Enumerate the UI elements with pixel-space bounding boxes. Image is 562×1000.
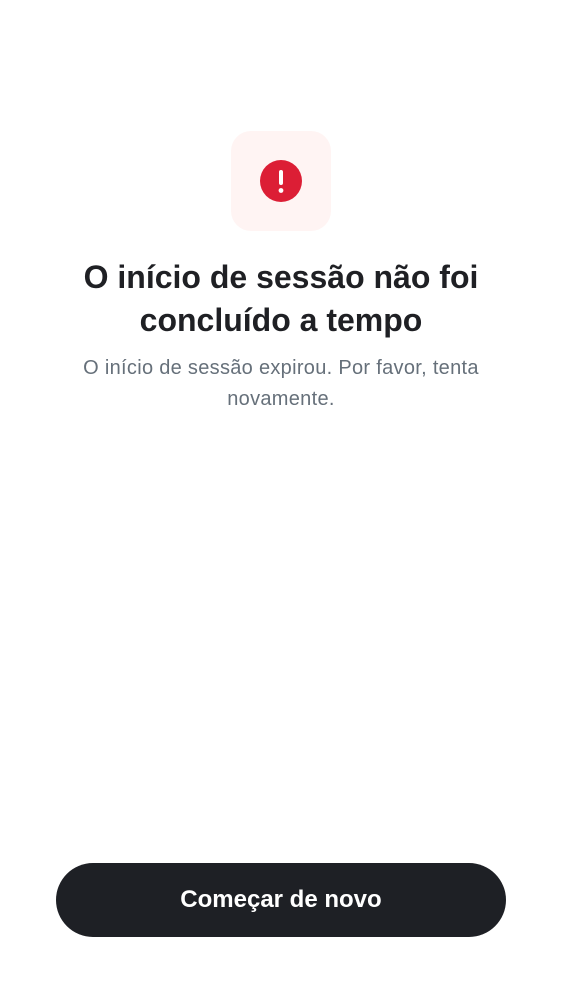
alert-icon: [260, 160, 302, 202]
page-title: O início de sessão não foi concluído a t…: [83, 259, 479, 338]
alert-icon-container: [231, 131, 331, 231]
error-description: O início de sessão expirou. Por favor, t…: [83, 357, 479, 410]
start-over-button[interactable]: Começar de novo: [56, 863, 506, 937]
